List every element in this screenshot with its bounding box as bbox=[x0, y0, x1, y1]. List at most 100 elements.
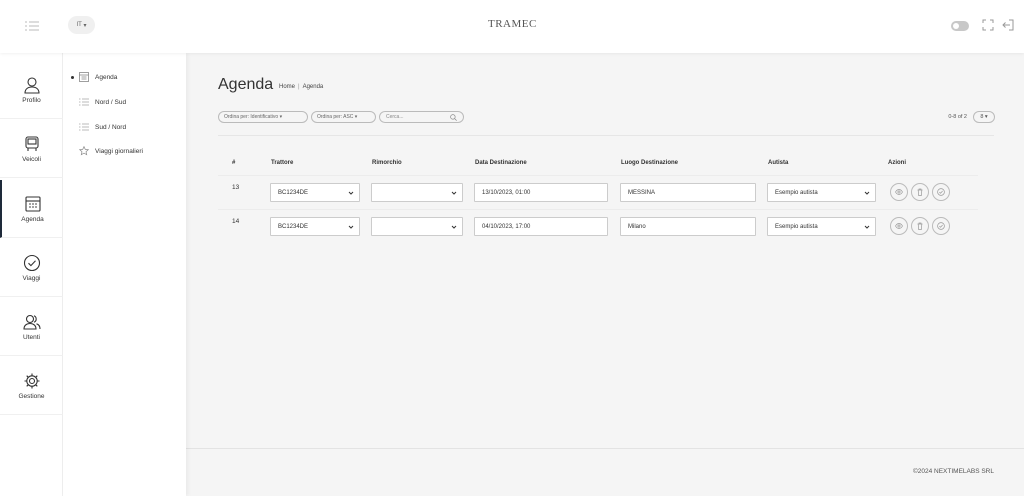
fullscreen-icon[interactable] bbox=[982, 19, 994, 31]
view-button[interactable] bbox=[890, 217, 908, 235]
rail-label: Profilo bbox=[22, 96, 41, 104]
col-header-rimorchio: Rimorchio bbox=[372, 160, 402, 166]
rail-label: Gestione bbox=[18, 392, 45, 400]
trattore-select[interactable]: BC1234DE bbox=[270, 217, 360, 236]
rail-label: Veicoli bbox=[22, 155, 41, 163]
chevron-down-icon bbox=[451, 191, 457, 195]
list-icon bbox=[79, 98, 89, 106]
check-circle-icon bbox=[937, 188, 945, 196]
calendar-icon bbox=[79, 72, 89, 82]
submenu-label: Agenda bbox=[95, 73, 118, 81]
toggle-icon[interactable] bbox=[951, 21, 969, 31]
row-divider bbox=[218, 209, 978, 210]
search-input[interactable]: Cerca... bbox=[379, 111, 464, 123]
rimorchio-select[interactable] bbox=[371, 183, 463, 202]
language-selector[interactable]: IT ▾ bbox=[68, 16, 95, 34]
page-title: Agenda bbox=[218, 76, 274, 93]
check-circle-icon bbox=[937, 222, 945, 230]
submenu-item-sud-nord[interactable]: Sud / Nord bbox=[79, 120, 126, 134]
order-by-field-dropdown[interactable]: Ordina per: Identificativo ▾ bbox=[218, 111, 308, 123]
rail-item-agenda[interactable]: Agenda bbox=[0, 180, 63, 238]
chevron-down-icon: ▾ bbox=[983, 114, 988, 120]
luogo-value: Milano bbox=[628, 223, 646, 230]
submenu-item-viaggi-giornalieri[interactable]: Viaggi giornalieri bbox=[79, 144, 143, 158]
order-dir-label: Ordina per: ASC bbox=[317, 114, 354, 120]
star-icon bbox=[79, 146, 89, 156]
confirm-button[interactable] bbox=[932, 183, 950, 201]
chevron-down-icon bbox=[864, 225, 870, 229]
confirm-button[interactable] bbox=[932, 217, 950, 235]
trattore-value: BC1234DE bbox=[278, 223, 309, 230]
data-destinazione-input[interactable]: 04/10/2023, 17:00 bbox=[474, 217, 608, 236]
search-placeholder: Cerca... bbox=[386, 114, 404, 120]
chevron-down-icon bbox=[451, 225, 457, 229]
rimorchio-select[interactable] bbox=[371, 217, 463, 236]
col-header-luogo: Luogo Destinazione bbox=[621, 160, 678, 166]
trattore-value: BC1234DE bbox=[278, 189, 309, 196]
breadcrumb-home[interactable]: Home bbox=[279, 84, 295, 90]
view-button[interactable] bbox=[890, 183, 908, 201]
trash-icon bbox=[917, 188, 923, 196]
page-size-dropdown[interactable]: 8 ▾ bbox=[973, 111, 995, 123]
chevron-down-icon bbox=[348, 225, 354, 229]
luogo-destinazione-input[interactable]: MESSINA bbox=[620, 183, 756, 202]
row-id: 14 bbox=[232, 218, 240, 225]
app-logo: TRAMEC bbox=[488, 18, 537, 30]
col-header-data: Data Destinazione bbox=[475, 160, 527, 166]
col-header-trattore: Trattore bbox=[271, 160, 294, 166]
user-icon bbox=[23, 76, 40, 94]
copyright-text: ©2024 NEXTIMELABS SRL bbox=[912, 468, 994, 475]
order-by-label: Ordina per: Identificativo bbox=[224, 114, 279, 120]
delete-button[interactable] bbox=[911, 183, 929, 201]
footer: ©2024 NEXTIMELABS SRL bbox=[186, 448, 1024, 496]
row-id: 13 bbox=[232, 184, 240, 191]
trattore-select[interactable]: BC1234DE bbox=[270, 183, 360, 202]
main-content: Agenda Home | Agenda Ordina per: Identific… bbox=[186, 53, 1024, 448]
order-direction-dropdown[interactable]: Ordina per: ASC ▾ bbox=[311, 111, 376, 123]
menu-icon[interactable] bbox=[25, 20, 39, 32]
autista-select[interactable]: Esempio autista bbox=[767, 217, 876, 236]
breadcrumb: Home | Agenda bbox=[279, 84, 323, 90]
chevron-down-icon: ▾ bbox=[81, 22, 87, 29]
rail-item-utenti[interactable]: Utenti bbox=[0, 298, 63, 356]
col-header-azioni: Azioni bbox=[888, 160, 906, 166]
trash-icon bbox=[917, 222, 923, 230]
rail-label: Utenti bbox=[23, 333, 40, 341]
chevron-down-icon bbox=[348, 191, 354, 195]
rail-item-viaggi[interactable]: Viaggi bbox=[0, 239, 63, 297]
rail-label: Agenda bbox=[21, 215, 44, 223]
rail-item-profilo[interactable]: Profilo bbox=[0, 61, 63, 119]
data-destinazione-input[interactable]: 13/10/2023, 01:00 bbox=[474, 183, 608, 202]
luogo-value: MESSINA bbox=[628, 189, 656, 196]
header-divider bbox=[218, 175, 978, 176]
icon-rail: Profilo Veicoli Agenda Viaggi Utenti Ges… bbox=[0, 53, 63, 496]
eye-icon bbox=[895, 223, 903, 229]
submenu-label: Sud / Nord bbox=[95, 123, 127, 131]
users-icon bbox=[22, 314, 41, 330]
data-value: 13/10/2023, 01:00 bbox=[482, 189, 531, 196]
col-header-id: # bbox=[232, 160, 236, 166]
logout-icon[interactable] bbox=[1002, 19, 1014, 31]
submenu-item-agenda[interactable]: Agenda bbox=[79, 70, 117, 84]
rail-item-veicoli[interactable]: Veicoli bbox=[0, 120, 63, 178]
col-header-autista: Autista bbox=[768, 160, 789, 166]
breadcrumb-separator: | bbox=[298, 84, 300, 90]
selected-bullet bbox=[71, 76, 74, 79]
eye-icon bbox=[895, 189, 903, 195]
breadcrumb-current: Agenda bbox=[302, 84, 324, 90]
autista-select[interactable]: Esempio autista bbox=[767, 183, 876, 202]
delete-button[interactable] bbox=[911, 217, 929, 235]
autista-value: Esempio autista bbox=[775, 189, 818, 196]
sub-menu: Agenda Nord / Sud Sud / Nord Viaggi gior… bbox=[63, 53, 186, 496]
check-circle-icon bbox=[23, 254, 40, 271]
luogo-destinazione-input[interactable]: Milano bbox=[620, 217, 756, 236]
submenu-item-nord-sud[interactable]: Nord / Sud bbox=[79, 95, 126, 109]
gear-icon bbox=[24, 373, 39, 388]
autista-value: Esempio autista bbox=[775, 223, 818, 230]
rail-item-gestione[interactable]: Gestione bbox=[0, 357, 63, 415]
list-icon bbox=[79, 123, 89, 131]
pagination-count: 0-8 of 2 bbox=[948, 114, 967, 120]
data-value: 04/10/2023, 17:00 bbox=[482, 223, 531, 230]
search-icon bbox=[450, 113, 457, 121]
chevron-down-icon: ▾ bbox=[278, 114, 283, 120]
